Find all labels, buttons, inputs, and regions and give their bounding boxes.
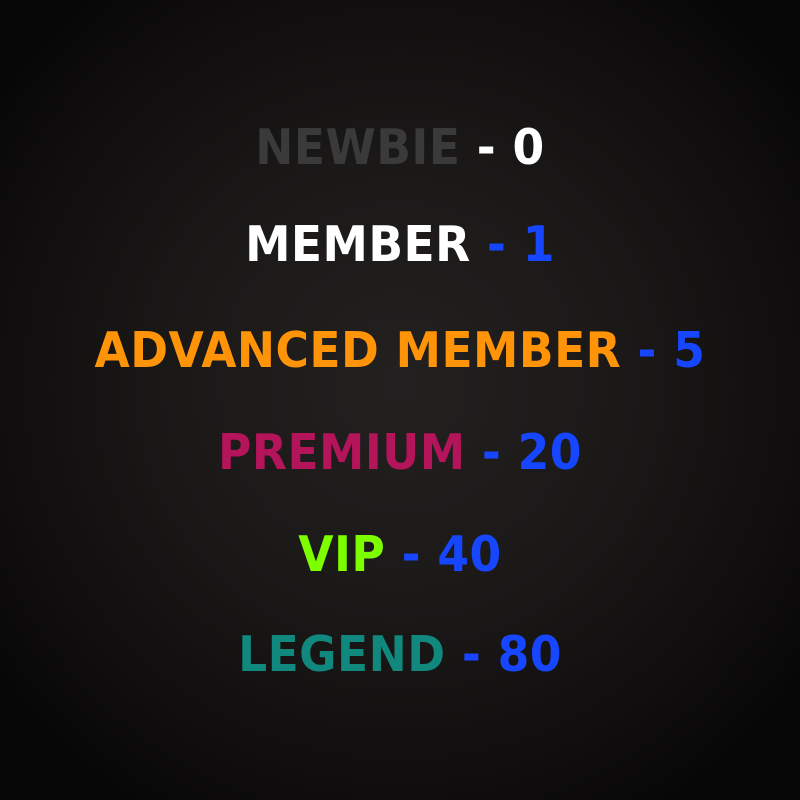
rank-name: PREMIUM: [218, 424, 466, 481]
rank-name: VIP: [298, 526, 386, 583]
rank-ladder-graphic: NEWBIE - 0 MEMBER - 1 ADVANCED MEMBER - …: [0, 0, 800, 800]
rank-post-count: 80: [497, 626, 562, 683]
rank-row-advanced-member: ADVANCED MEMBER - 5: [28, 311, 772, 391]
rank-row-newbie: NEWBIE - 0: [28, 108, 772, 188]
rank-post-count: 40: [437, 526, 502, 583]
rank-name: LEGEND: [238, 626, 446, 683]
rank-separator: -: [385, 526, 438, 583]
rank-post-count: 5: [673, 322, 706, 379]
rank-separator: -: [445, 626, 498, 683]
rank-row-premium: PREMIUM - 20: [28, 413, 772, 493]
rank-separator: -: [621, 322, 674, 379]
rank-name: MEMBER: [245, 216, 471, 273]
rank-separator: -: [465, 424, 518, 481]
rank-post-count: 0: [512, 119, 545, 176]
rank-row-member: MEMBER - 1: [28, 205, 772, 285]
rank-list: NEWBIE - 0 MEMBER - 1 ADVANCED MEMBER - …: [0, 0, 800, 800]
rank-name: NEWBIE: [255, 119, 461, 176]
rank-post-count: 1: [522, 216, 555, 273]
rank-row-legend: LEGEND - 80: [28, 615, 772, 695]
rank-separator: -: [460, 119, 513, 176]
rank-separator: -: [470, 216, 523, 273]
rank-row-vip: VIP - 40: [28, 515, 772, 595]
rank-name: ADVANCED MEMBER: [94, 322, 622, 379]
rank-post-count: 20: [517, 424, 582, 481]
